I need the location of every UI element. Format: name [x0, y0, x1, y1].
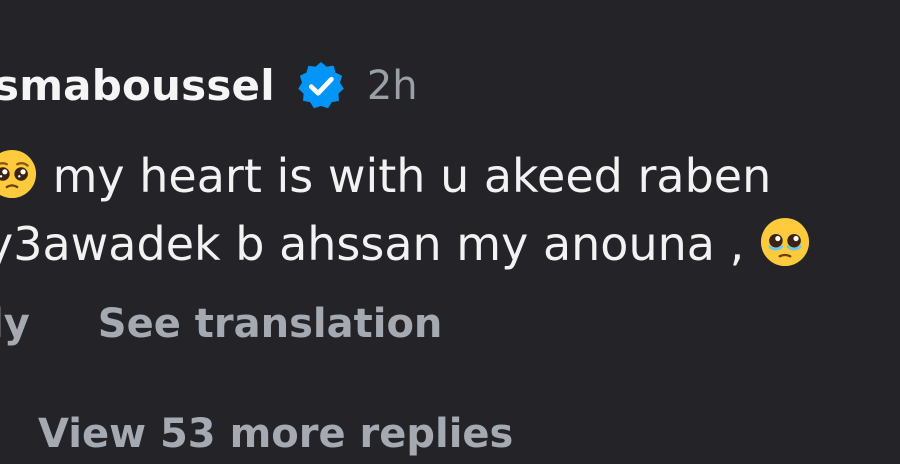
comment-line-1: my heart is with u akeed raben — [52, 149, 772, 203]
comment-header: smaboussel 2h — [0, 56, 418, 116]
view-more-replies-button[interactable]: View 53 more replies — [38, 404, 513, 464]
pleading-face-emoji-icon — [0, 149, 37, 199]
verified-badge-icon — [298, 61, 344, 109]
comment-text: my heart is with u akeed raben y3awadek … — [0, 142, 811, 278]
comment-actions: ly See translation — [0, 296, 442, 352]
comment: smaboussel 2h my heart is with u akeed r… — [0, 0, 900, 457]
comment-line-2: y3awadek b ahssan my anouna , — [0, 217, 745, 271]
see-translation-button[interactable]: See translation — [98, 296, 443, 352]
reply-button[interactable]: ly — [0, 296, 30, 352]
username[interactable]: smaboussel — [0, 56, 275, 116]
face-holding-back-tears-emoji-icon — [760, 217, 809, 267]
timestamp: 2h — [366, 63, 418, 109]
